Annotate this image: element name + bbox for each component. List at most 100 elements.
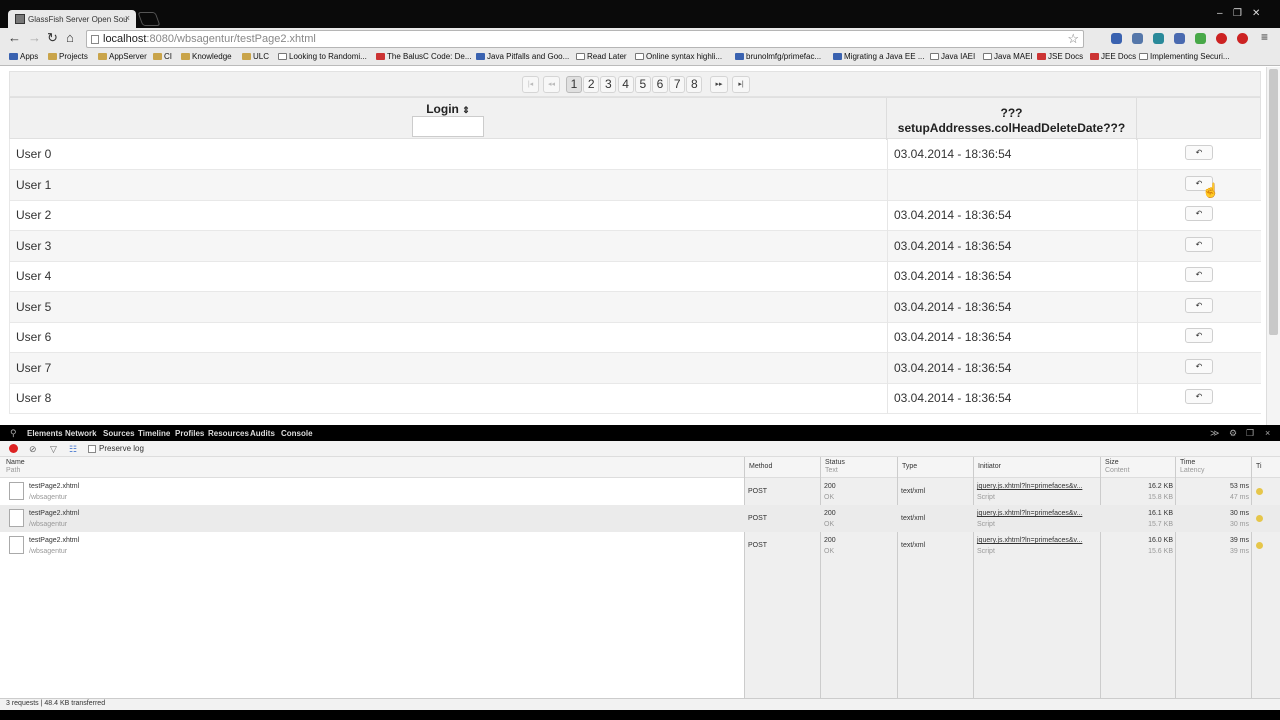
type-column-header[interactable]: Type <box>897 457 973 478</box>
bookmark-item[interactable]: The BalusC Code: De... <box>376 52 471 61</box>
devtools-tab-network[interactable]: Network <box>65 429 97 438</box>
bookmark-item[interactable]: Implementing Securi... <box>1139 52 1230 61</box>
bookmark-item[interactable]: Java Pitfalls and Goo... <box>476 52 569 61</box>
next-page-button[interactable]: ▸▸ <box>710 76 728 93</box>
devtools-tab-sources[interactable]: Sources <box>103 429 135 438</box>
preserve-log-checkbox[interactable] <box>88 445 96 453</box>
page-4-button[interactable]: 4 <box>617 76 634 93</box>
time-column-header[interactable]: Time Latency <box>1175 457 1251 478</box>
extension-icon[interactable] <box>1132 33 1143 44</box>
bookmark-item[interactable]: AppServer <box>98 52 147 61</box>
restore-user-button[interactable]: ↶ <box>1185 358 1213 374</box>
home-icon[interactable]: ⌂ <box>66 30 74 45</box>
network-request-row[interactable]: testPage2.xhtml/wbsagentur POST 200 OK text/… <box>0 532 1280 559</box>
restore-user-button[interactable]: ↶ <box>1185 236 1213 252</box>
network-request-row[interactable]: testPage2.xhtml/wbsagentur POST 200 OK text/… <box>0 478 1280 505</box>
forward-icon[interactable]: → <box>28 30 41 45</box>
bookmark-item[interactable]: Java MAEI <box>983 52 1033 61</box>
timeline-column-header[interactable]: Ti <box>1251 457 1280 478</box>
clear-icon[interactable]: ⊘ <box>29 444 37 455</box>
address-bar[interactable]: localhost:8080/wbsagentur/testPage2.xhtm… <box>86 30 1084 48</box>
close-devtools-icon[interactable]: × <box>1265 428 1270 438</box>
extension-icon[interactable] <box>1195 33 1206 44</box>
devtools-tab-audits[interactable]: Audits <box>250 429 275 438</box>
restore-icon[interactable]: ❐ <box>1233 8 1242 19</box>
back-icon[interactable]: ← <box>8 30 21 45</box>
network-request-row[interactable]: testPage2.xhtml/wbsagentur POST 200 OK text/… <box>0 505 1280 532</box>
restore-user-button[interactable]: ↶ <box>1185 389 1213 404</box>
bookmark-item[interactable]: Java IAEI <box>930 52 975 61</box>
bookmark-item[interactable]: JSE Docs <box>1037 52 1083 61</box>
page-6-button[interactable]: 6 <box>652 76 668 93</box>
delete-date-cell: 03.04.2014 - 18:36:54 <box>894 391 1012 405</box>
devtools-tab-elements[interactable]: Elements <box>27 429 63 438</box>
filter-icon[interactable]: ▽ <box>50 444 57 455</box>
last-page-button[interactable]: ▸| <box>732 76 750 93</box>
page-scrollbar-thumb[interactable] <box>1269 69 1278 335</box>
prev-page-button[interactable]: ◂◂ <box>543 76 560 93</box>
page-8-button[interactable]: 8 <box>686 76 703 93</box>
sort-icon[interactable]: ⇕ <box>462 105 470 115</box>
restore-user-button[interactable]: ↶ <box>1185 328 1213 343</box>
page-7-button[interactable]: 7 <box>669 76 686 93</box>
page-scrollbar[interactable] <box>1266 67 1280 425</box>
extension-icon[interactable] <box>1153 33 1164 44</box>
request-status-cell: 200 OK <box>824 482 836 502</box>
name-column-header[interactable]: Name Path <box>2 457 744 478</box>
page-3-button[interactable]: 3 <box>600 76 617 93</box>
bookmark-item[interactable]: brunolmfg/primefac... <box>735 52 821 61</box>
extension-icon[interactable] <box>1174 33 1185 44</box>
login-column-header[interactable]: Login ⇕ <box>10 98 887 140</box>
bookmark-item[interactable]: Projects <box>48 52 88 61</box>
initiator-link[interactable]: jquery.js.xhtml?ln=primefaces&v... <box>977 536 1082 545</box>
menu-icon[interactable]: ≡ <box>1261 30 1268 44</box>
bookmark-star-icon[interactable]: ☆ <box>1067 31 1079 47</box>
restore-user-button[interactable]: ↶ <box>1185 145 1213 160</box>
bookmark-item[interactable]: Looking to Randomi... <box>278 52 367 61</box>
bookmark-item[interactable]: Apps <box>9 52 38 61</box>
page-2-button[interactable]: 2 <box>583 76 600 93</box>
drawer-icon[interactable]: ≫ <box>1210 428 1219 439</box>
initiator-link[interactable]: jquery.js.xhtml?ln=primefaces&v... <box>977 509 1082 518</box>
tab-close-icon[interactable]: × <box>125 13 130 23</box>
devtools-tab-timeline[interactable]: Timeline <box>138 429 170 438</box>
bookmark-item[interactable]: JEE Docs <box>1090 52 1136 61</box>
bookmark-favicon-icon <box>576 53 585 60</box>
page-5-button[interactable]: 5 <box>634 76 651 93</box>
devtools-tab-console[interactable]: Console <box>281 429 313 438</box>
extension-icon[interactable] <box>1111 33 1122 44</box>
settings-gear-icon[interactable]: ⚙ <box>1229 428 1237 439</box>
close-window-icon[interactable]: ✕ <box>1252 8 1260 19</box>
bookmark-item[interactable]: CI <box>153 52 172 61</box>
record-icon[interactable] <box>9 444 18 453</box>
bookmark-item[interactable]: ULC <box>242 52 269 61</box>
method-column-header[interactable]: Method <box>744 457 820 478</box>
bookmark-item[interactable]: Knowledge <box>181 52 232 61</box>
minimize-icon[interactable]: – <box>1217 8 1223 19</box>
restore-user-button[interactable]: ↶ <box>1185 206 1213 221</box>
devtools-tab-resources[interactable]: Resources <box>208 429 249 438</box>
restore-user-button[interactable]: ↶ <box>1185 267 1213 282</box>
status-column-header[interactable]: Status Text <box>820 457 897 478</box>
size-column-header[interactable]: Size Content <box>1100 457 1175 478</box>
extension-icon[interactable] <box>1216 33 1227 44</box>
initiator-column-header[interactable]: Initiator <box>973 457 1100 478</box>
browser-tab[interactable]: GlassFish Server Open Sou × <box>8 10 136 28</box>
first-page-button[interactable]: |◂ <box>522 76 539 93</box>
extension-icon[interactable] <box>1237 33 1248 44</box>
bookmark-item[interactable]: Read Later <box>576 52 627 61</box>
undock-icon[interactable]: ❐ <box>1246 428 1254 439</box>
initiator-link[interactable]: jquery.js.xhtml?ln=primefaces&v... <box>977 482 1082 491</box>
bookmark-item[interactable]: Online syntax highli... <box>635 52 722 61</box>
reload-icon[interactable]: ↻ <box>47 30 58 46</box>
page-1-button[interactable]: 1 <box>566 76 582 93</box>
inspect-search-icon[interactable]: ⚲ <box>10 428 17 439</box>
devtools-tab-profiles[interactable]: Profiles <box>175 429 204 438</box>
url-path: :8080/wbsagentur/testPage2.xhtml <box>146 33 316 45</box>
cell-divider <box>887 169 888 201</box>
new-tab-button[interactable] <box>137 12 161 26</box>
login-filter-input[interactable] <box>412 116 484 137</box>
restore-user-button[interactable]: ↶ <box>1185 297 1213 313</box>
view-toggle-icon[interactable]: ☷ <box>69 444 77 455</box>
bookmark-item[interactable]: Migrating a Java EE ... <box>833 52 924 61</box>
